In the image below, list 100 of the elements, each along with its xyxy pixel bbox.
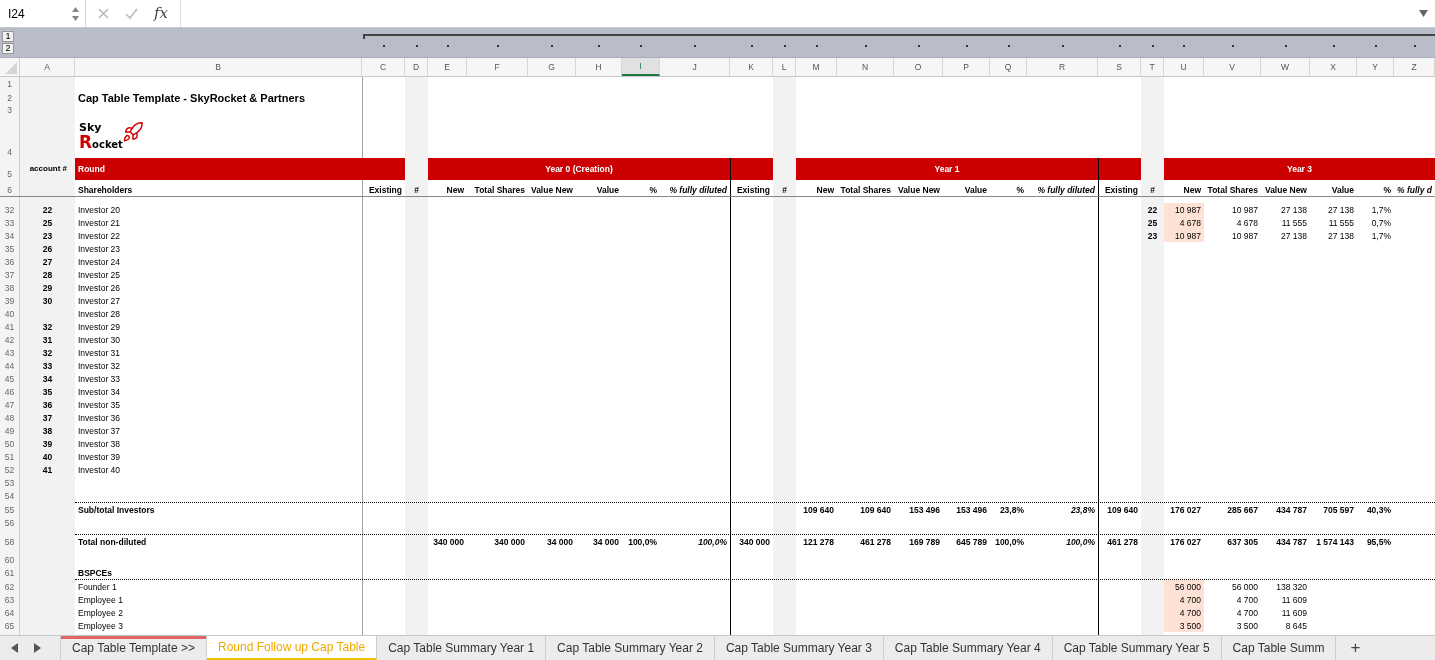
column-header[interactable]: J: [660, 58, 730, 76]
column-header[interactable]: N: [837, 58, 894, 76]
row-number[interactable]: 4: [0, 116, 20, 158]
row-number[interactable]: 64: [0, 606, 20, 619]
column-header[interactable]: X: [1310, 58, 1357, 76]
row-number[interactable]: 39: [0, 294, 20, 307]
column-header[interactable]: Z: [1394, 58, 1435, 76]
column-header[interactable]: T: [1141, 58, 1164, 76]
row-number[interactable]: 5: [0, 158, 20, 180]
column-header[interactable]: G: [528, 58, 576, 76]
row-number[interactable]: 54: [0, 489, 20, 502]
row-number[interactable]: 42: [0, 333, 20, 346]
column-header[interactable]: F: [467, 58, 528, 76]
sheet-tab[interactable]: Cap Table Summary Year 2: [546, 636, 715, 660]
column-label: %: [648, 184, 658, 196]
row-number[interactable]: 6: [0, 180, 20, 196]
row-number[interactable]: 55: [0, 503, 20, 516]
row-number[interactable]: 47: [0, 398, 20, 411]
row-number[interactable]: 34: [0, 229, 20, 242]
column-shading: [1141, 197, 1164, 203]
column-header[interactable]: I: [622, 58, 660, 76]
row-number[interactable]: 60: [0, 553, 20, 566]
row-number[interactable]: 33: [0, 216, 20, 229]
previous-sheet-icon[interactable]: [11, 643, 19, 653]
column-header[interactable]: R: [1027, 58, 1098, 76]
row-header-strip: [0, 197, 20, 203]
column-header[interactable]: B: [75, 58, 362, 76]
table-cell-text: 109 640: [802, 504, 835, 516]
sheet-tab[interactable]: Cap Table Summary Year 4: [883, 636, 1053, 660]
row-number[interactable]: 58: [0, 535, 20, 548]
outline-level-button[interactable]: 1: [2, 31, 14, 42]
row-number[interactable]: 36: [0, 255, 20, 268]
sheet-tab[interactable]: Cap Table Template >>: [60, 636, 207, 660]
row-number[interactable]: 32: [0, 203, 20, 216]
row-number[interactable]: 63: [0, 593, 20, 606]
row-number[interactable]: 35: [0, 242, 20, 255]
name-box[interactable]: I24: [0, 0, 86, 27]
column-header[interactable]: M: [796, 58, 837, 76]
row-number[interactable]: 62: [0, 580, 20, 593]
column-header[interactable]: K: [730, 58, 773, 76]
column-label: Value: [1330, 184, 1355, 196]
dropdown-icon[interactable]: [1419, 10, 1428, 17]
table-cell: 4 700: [1164, 593, 1204, 606]
row-number[interactable]: 49: [0, 424, 20, 437]
row-number[interactable]: 50: [0, 437, 20, 450]
column-header[interactable]: A: [20, 58, 75, 76]
row-number[interactable]: 1: [0, 77, 20, 90]
column-header[interactable]: O: [894, 58, 943, 76]
row-number[interactable]: 3: [0, 104, 20, 116]
column-header[interactable]: Q: [990, 58, 1027, 76]
table-cell-text: 95,5%: [1365, 536, 1392, 548]
column-label: New: [1182, 184, 1202, 196]
column-shading: [405, 489, 428, 502]
row-number[interactable]: 44: [0, 359, 20, 372]
table-cell-text: 27 138: [1327, 204, 1355, 216]
column-header[interactable]: U: [1164, 58, 1204, 76]
column-header[interactable]: L: [773, 58, 796, 76]
band-header: Year 1: [796, 158, 1098, 180]
row-number[interactable]: 52: [0, 463, 20, 476]
row-number[interactable]: 40: [0, 307, 20, 320]
row-number[interactable]: 41: [0, 320, 20, 333]
row-number[interactable]: 2: [0, 90, 20, 104]
check-icon[interactable]: [125, 8, 138, 19]
add-sheet-button[interactable]: +: [1336, 636, 1375, 660]
column-header[interactable]: P: [943, 58, 990, 76]
band-header: Year 3: [1164, 158, 1435, 180]
row-number[interactable]: 56: [0, 516, 20, 529]
row-number[interactable]: 37: [0, 268, 20, 281]
column-header[interactable]: W: [1261, 58, 1310, 76]
row-number[interactable]: 38: [0, 281, 20, 294]
column-header[interactable]: D: [405, 58, 428, 76]
column-header[interactable]: V: [1204, 58, 1261, 76]
sheet-tab[interactable]: Cap Table Summary Year 5: [1052, 636, 1222, 660]
column-header[interactable]: Y: [1357, 58, 1394, 76]
table-cell-text: 4 678: [1235, 217, 1259, 229]
column-header[interactable]: S: [1098, 58, 1141, 76]
row-number[interactable]: 43: [0, 346, 20, 359]
fx-button[interactable]: fx: [154, 6, 168, 21]
outline-level-button[interactable]: 2: [2, 43, 14, 54]
row-number[interactable]: 48: [0, 411, 20, 424]
row-number[interactable]: 61: [0, 566, 20, 579]
column-label: Value New: [1263, 184, 1308, 196]
next-sheet-icon[interactable]: [33, 643, 41, 653]
row-number[interactable]: 53: [0, 476, 20, 489]
sheet-tab[interactable]: Cap Table Summary Year 1: [377, 636, 547, 660]
sheet-tab[interactable]: Cap Table Summ: [1221, 636, 1337, 660]
table-cell-text: 100,0%: [994, 536, 1025, 548]
column-header[interactable]: E: [428, 58, 467, 76]
column-shading: [405, 503, 428, 516]
table-cell-text: BSPCEs: [77, 567, 113, 579]
column-label: Value New: [896, 184, 941, 196]
stepper-icon[interactable]: [72, 5, 79, 22]
row-number[interactable]: 51: [0, 450, 20, 463]
column-header[interactable]: C: [362, 58, 405, 76]
row-number[interactable]: 65: [0, 619, 20, 632]
table-cell-text: 27 138: [1280, 204, 1308, 216]
sheet-tab[interactable]: Cap Table Summary Year 3: [714, 636, 884, 660]
row-number[interactable]: 46: [0, 385, 20, 398]
table-cell-text: 8 645: [1284, 620, 1308, 632]
row-number[interactable]: 45: [0, 372, 20, 385]
